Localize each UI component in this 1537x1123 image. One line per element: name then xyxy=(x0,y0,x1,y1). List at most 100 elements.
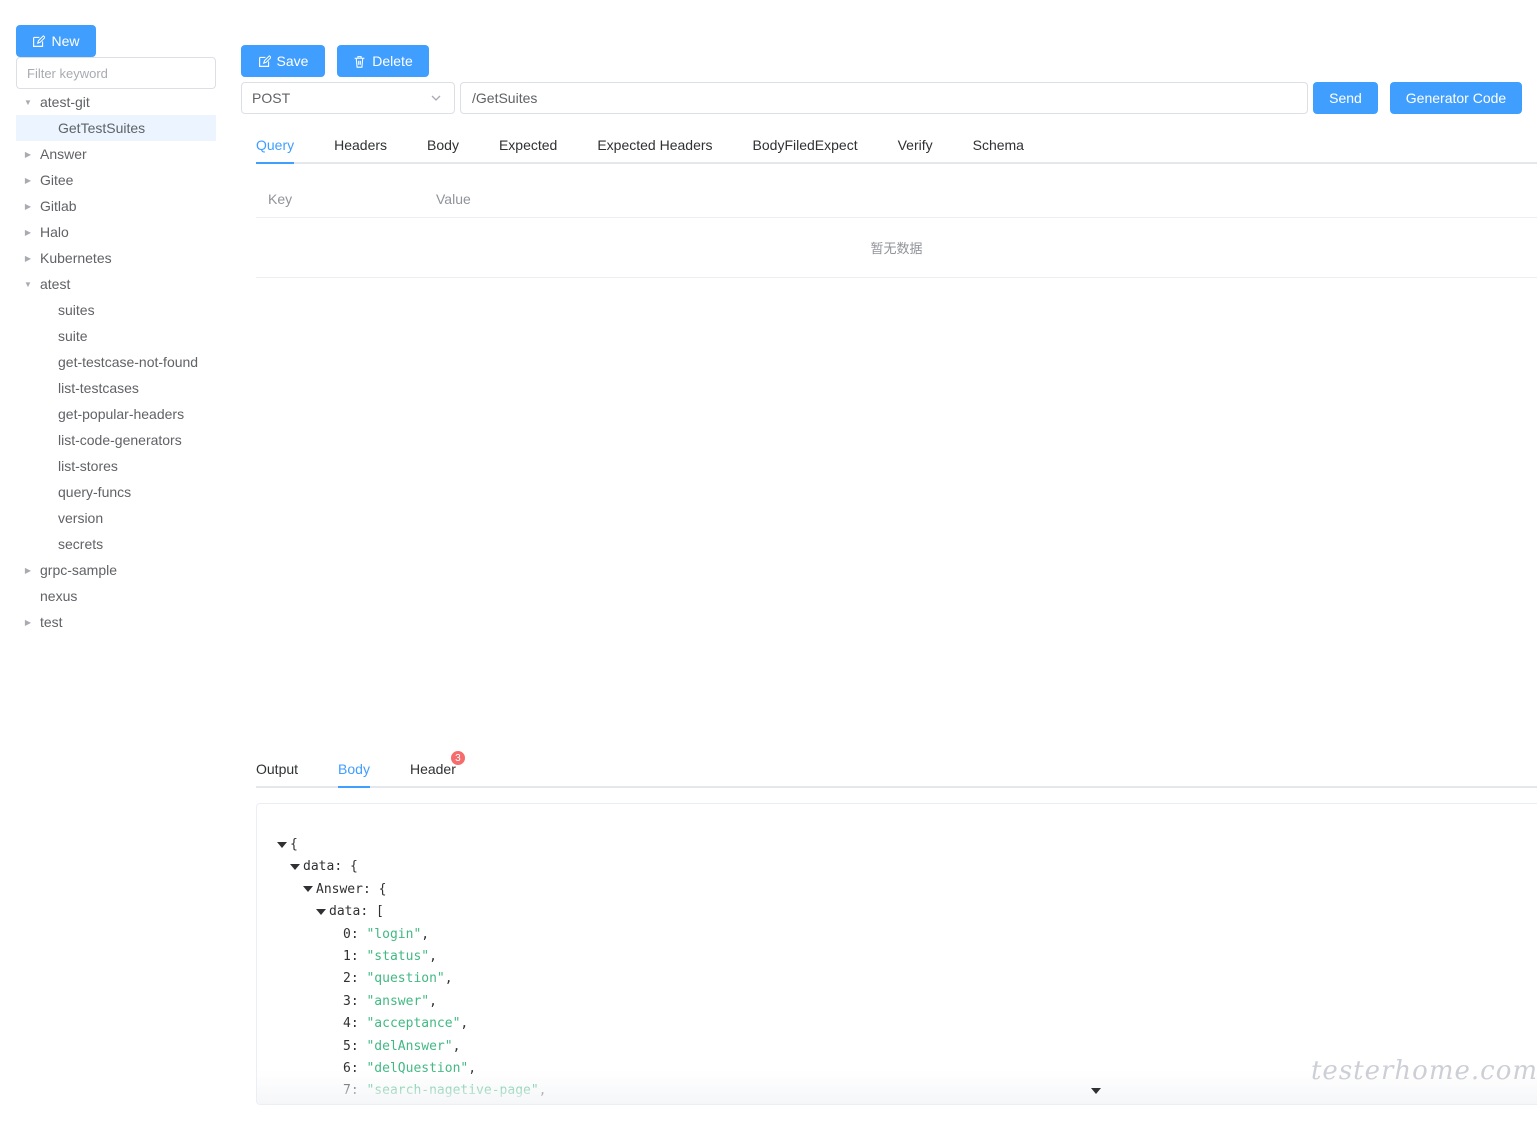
generator-code-button[interactable]: Generator Code xyxy=(1390,82,1522,114)
json-key: 4 xyxy=(343,1016,351,1032)
tree-node-testcase[interactable]: query-funcs xyxy=(16,479,216,505)
tab-bodyfiledexpect[interactable]: BodyFiledExpect xyxy=(753,128,858,162)
header-count-badge: 3 xyxy=(449,750,466,766)
tree-node-label: test xyxy=(40,614,63,630)
tab-header[interactable]: Header 3 xyxy=(410,750,466,786)
json-comma: , xyxy=(421,926,430,942)
caret-right-icon[interactable]: ▶ xyxy=(16,202,40,211)
tree-node-label: suite xyxy=(58,328,88,344)
tree-node-label: Answer xyxy=(40,146,87,162)
collapse-caret-icon[interactable] xyxy=(290,863,300,870)
collapse-caret-icon[interactable] xyxy=(316,908,326,915)
tree-node-suite[interactable]: ▶ Halo xyxy=(16,219,216,245)
caret-right-icon[interactable]: ▶ xyxy=(16,228,40,237)
json-line: Answer: { xyxy=(303,879,386,901)
json-key: 3 xyxy=(343,993,351,1009)
tree-node-label: list-code-generators xyxy=(58,432,182,448)
json-colon: : xyxy=(350,971,367,987)
caret-right-icon[interactable]: ▶ xyxy=(16,618,40,627)
tree-node-suite[interactable]: nexus xyxy=(16,583,216,609)
json-viewer[interactable]: {data: {Answer: {data: [0: "login", 1: "s… xyxy=(256,803,1537,1105)
json-colon: : xyxy=(360,904,376,920)
new-button-label: New xyxy=(51,33,80,49)
save-button-label: Save xyxy=(276,53,309,69)
tab-verify[interactable]: Verify xyxy=(898,128,933,162)
tree-node-suite[interactable]: ▼ atest xyxy=(16,271,216,297)
tree-node-testcase[interactable]: GetTestSuites xyxy=(16,115,216,141)
collapse-caret-icon[interactable] xyxy=(277,841,287,848)
tab-body[interactable]: Body xyxy=(427,128,459,162)
json-comma: , xyxy=(429,993,437,1009)
tree-node-label: get-popular-headers xyxy=(58,406,185,422)
watermark: testerhome.com xyxy=(1310,1056,1537,1086)
json-comma: , xyxy=(429,949,437,964)
tree-node-testcase[interactable]: secrets xyxy=(16,531,216,557)
tree-node-testcase[interactable]: list-code-generators xyxy=(16,427,216,453)
collapse-caret-icon[interactable] xyxy=(303,886,313,893)
caret-down-icon[interactable]: ▼ xyxy=(16,280,40,289)
tree-node-label: Gitlab xyxy=(40,198,77,214)
json-line: data: [ xyxy=(316,901,384,923)
tree-node-testcase[interactable]: list-testcases xyxy=(16,375,216,401)
method-select[interactable]: POST xyxy=(241,82,455,114)
tab-label: Output xyxy=(256,761,299,777)
tab-expected[interactable]: Expected xyxy=(499,128,557,162)
caret-right-icon[interactable]: ▶ xyxy=(16,566,40,575)
caret-down-icon[interactable]: ▼ xyxy=(16,98,40,107)
tab-body[interactable]: Body xyxy=(338,752,370,788)
tab-label: Body xyxy=(338,761,370,777)
tree-node-suite[interactable]: ▶ Gitlab xyxy=(16,193,216,219)
tree-node-label: nexus xyxy=(40,588,78,604)
json-string-value: "question" xyxy=(366,971,445,987)
tree-node-suite[interactable]: ▶ Kubernetes xyxy=(16,245,216,271)
tree-node-label: Gitee xyxy=(40,172,74,188)
tree-node-suite[interactable]: ▶ Answer xyxy=(16,141,216,167)
empty-state-text: 暂无数据 xyxy=(256,218,1537,278)
tree-node-suite[interactable]: ▶ grpc-sample xyxy=(16,557,216,583)
tree-node-label: atest-git xyxy=(40,94,90,110)
json-key: data xyxy=(329,904,361,920)
tab-query[interactable]: Query xyxy=(256,128,295,164)
save-button[interactable]: Save xyxy=(241,45,325,77)
tree-node-testcase[interactable]: get-testcase-not-found xyxy=(16,349,216,375)
tree-node-testcase[interactable]: suite xyxy=(16,323,216,349)
tree-node-suite[interactable]: ▶ Gitee xyxy=(16,167,216,193)
caret-right-icon[interactable]: ▶ xyxy=(16,176,40,185)
tab-schema[interactable]: Schema xyxy=(973,128,1024,162)
delete-button-label: Delete xyxy=(372,53,413,69)
json-string-value: "acceptance" xyxy=(366,1016,461,1032)
json-line: data: { xyxy=(290,856,358,878)
json-string-value: "status" xyxy=(366,949,430,964)
tree-node-label: Kubernetes xyxy=(40,250,112,266)
json-colon: : xyxy=(334,859,350,875)
new-button[interactable]: New xyxy=(16,25,96,57)
tree-node-label: atest xyxy=(40,276,71,292)
tree-node-suite[interactable]: ▼ atest-git xyxy=(16,89,216,115)
request-tabs: Query Headers Body Expected Expected Headers… xyxy=(256,128,1537,164)
json-key: 1 xyxy=(343,949,351,964)
delete-button[interactable]: Delete xyxy=(337,45,429,77)
json-comma: , xyxy=(460,1016,469,1032)
tab-headers[interactable]: Headers xyxy=(334,128,387,162)
url-input[interactable] xyxy=(460,82,1308,114)
expand-more-icon[interactable] xyxy=(1091,1088,1101,1094)
tree-node-testcase[interactable]: suites xyxy=(16,297,216,323)
caret-right-icon[interactable]: ▶ xyxy=(16,150,40,159)
tree-node-testcase[interactable]: get-popular-headers xyxy=(16,401,216,427)
json-line: 0: "login", xyxy=(343,924,429,946)
chevron-down-icon xyxy=(431,95,441,101)
filter-keyword-input[interactable] xyxy=(16,57,216,89)
caret-right-icon[interactable]: ▶ xyxy=(16,254,40,263)
tab-output[interactable]: Output xyxy=(256,752,298,786)
tree-node-suite[interactable]: ▶ test xyxy=(16,609,216,635)
tree-node-testcase[interactable]: version xyxy=(16,505,216,531)
json-comma: , xyxy=(452,1038,461,1054)
tab-expected-headers[interactable]: Expected Headers xyxy=(597,128,712,162)
tree-node-label: GetTestSuites xyxy=(58,120,146,136)
json-key: 2 xyxy=(343,971,351,987)
json-string-value: "answer" xyxy=(366,993,430,1009)
tree-node-testcase[interactable]: list-stores xyxy=(16,453,216,479)
send-button[interactable]: Send xyxy=(1313,82,1378,114)
json-string-value: "login" xyxy=(366,926,422,942)
json-bracket: { xyxy=(349,859,358,875)
